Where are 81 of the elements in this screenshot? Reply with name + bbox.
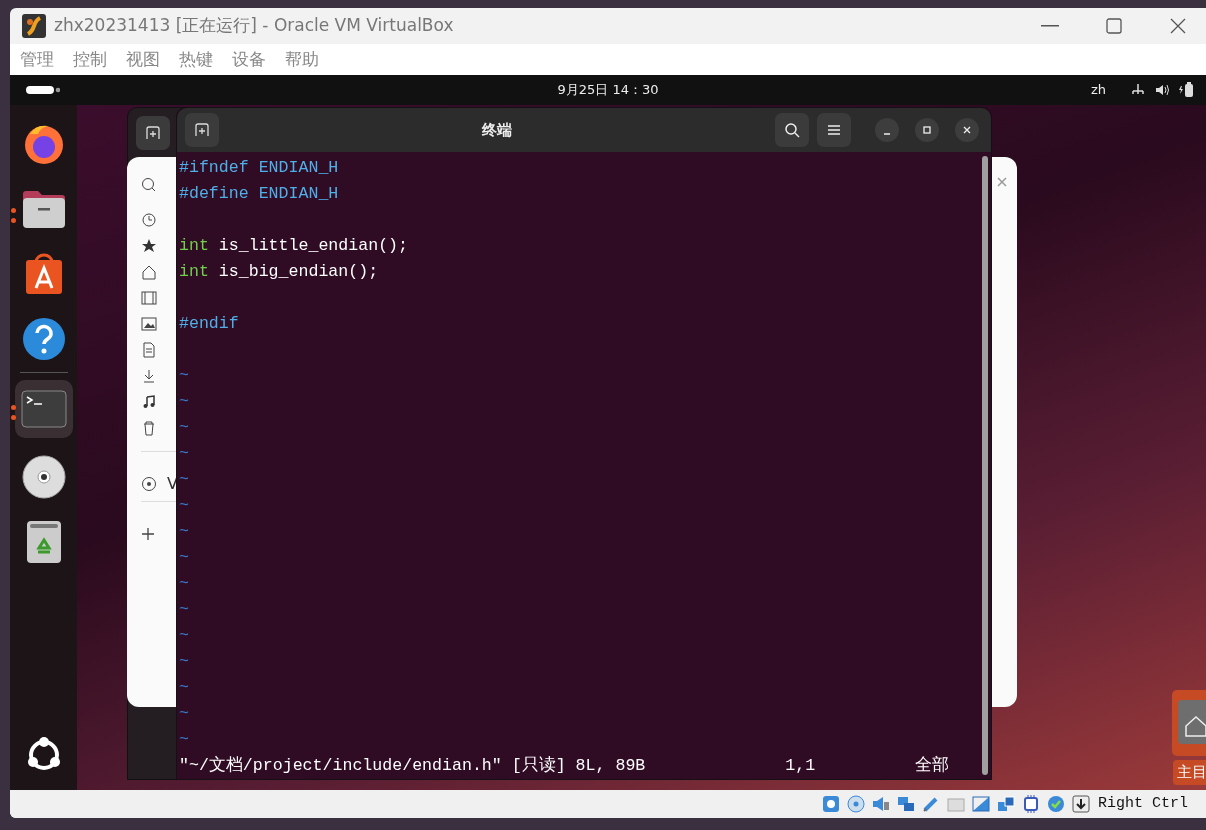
maximize-icon — [1106, 18, 1122, 34]
desktop-icon-label[interactable]: 主目 — [1173, 760, 1206, 785]
minimize-icon — [1041, 25, 1059, 27]
menu-icon — [827, 124, 841, 136]
volume-icon[interactable] — [1154, 82, 1170, 98]
new-tab-icon — [146, 126, 160, 140]
code-line: ~ — [179, 522, 189, 541]
folder-icon — [20, 188, 67, 230]
code-line: ~ — [179, 496, 189, 515]
code-line: ~ — [179, 444, 189, 463]
close-icon — [962, 125, 972, 135]
download-icon[interactable] — [1070, 794, 1092, 814]
clock[interactable]: 9月25日 14：30 — [557, 82, 659, 98]
code-line: #ifndef ENDIAN_H — [179, 158, 339, 177]
document-icon[interactable] — [141, 342, 157, 358]
image-icon[interactable] — [141, 316, 157, 332]
code-line: ~ — [179, 574, 189, 593]
host-key-label: Right Ctrl — [1098, 793, 1188, 814]
menu-item[interactable]: 管理 — [20, 46, 54, 73]
star-icon[interactable] — [141, 238, 157, 254]
search-button[interactable] — [775, 113, 809, 147]
menu-item[interactable]: 热键 — [179, 46, 213, 73]
disc-icon — [21, 455, 66, 499]
new-tab-button[interactable] — [185, 113, 219, 147]
home-folder-icon[interactable] — [1172, 690, 1206, 756]
vim-status-message: "~/文档/project/include/endian.h" [只读] 8L, 89B — [179, 755, 646, 777]
minimize-icon — [883, 133, 891, 135]
home-icon[interactable] — [141, 264, 157, 280]
disc-icon[interactable] — [845, 794, 867, 814]
menu-item[interactable]: 帮助 — [285, 46, 319, 73]
cursor-position: 1,1 — [785, 755, 816, 777]
code-line: ~ — [179, 470, 189, 489]
code-line: ~ — [179, 626, 189, 645]
running-indicator-icon — [10, 405, 16, 420]
menu-item[interactable]: 控制 — [73, 46, 107, 73]
close-button[interactable] — [955, 118, 979, 142]
code-line: #endif — [179, 314, 239, 333]
code-line: ~ — [179, 704, 189, 723]
clock-icon[interactable] — [141, 212, 157, 228]
code-line: ~ — [179, 548, 189, 567]
help-icon — [21, 317, 66, 361]
search-icon — [784, 122, 800, 138]
code-line: ~ — [179, 366, 189, 385]
display-icon[interactable] — [970, 794, 992, 814]
code-line: #define ENDIAN_H — [179, 184, 339, 203]
audio-icon[interactable] — [870, 794, 892, 814]
close-icon[interactable] — [995, 175, 1009, 189]
terminal-icon — [20, 390, 67, 428]
menu-button[interactable] — [817, 113, 851, 147]
search-icon[interactable] — [141, 177, 157, 193]
menu-item[interactable]: 视图 — [126, 46, 160, 73]
terminal-title: 终端 — [481, 119, 513, 141]
disc-icon[interactable] — [141, 475, 157, 492]
close-icon — [1170, 18, 1186, 34]
maximize-icon — [922, 125, 932, 135]
code-line: ~ — [179, 392, 189, 411]
plus-icon[interactable] — [141, 526, 155, 541]
film-icon[interactable] — [141, 290, 157, 306]
code-line: ~ — [179, 652, 189, 671]
shopping-bag-icon — [23, 252, 64, 296]
minimize-button[interactable] — [875, 118, 899, 142]
activities-icon[interactable] — [26, 86, 60, 94]
battery-icon[interactable] — [1178, 81, 1194, 99]
maximize-button[interactable] — [915, 118, 939, 142]
download-icon[interactable] — [141, 368, 157, 384]
code-line: int is_big_endian(); — [179, 262, 379, 281]
scrollbar[interactable] — [982, 156, 988, 775]
code-line: ~ — [179, 678, 189, 697]
input-method-indicator[interactable]: zh — [1090, 80, 1106, 100]
new-tab-button[interactable] — [136, 116, 170, 150]
window-title: zhx20231413 [正在运行] - Oracle VM VirtualBox — [54, 14, 454, 38]
code-line: ~ — [179, 600, 189, 619]
code-line: ~ — [179, 418, 189, 437]
code-line: int is_little_endian(); — [179, 236, 409, 255]
code-line: ~ — [179, 730, 189, 749]
menu-item[interactable]: 设备 — [232, 46, 266, 73]
app-icon — [22, 14, 46, 39]
music-icon[interactable] — [141, 394, 157, 410]
running-indicator-icon — [10, 208, 16, 223]
new-tab-icon — [195, 123, 209, 137]
scroll-position: 全部 — [915, 755, 950, 777]
